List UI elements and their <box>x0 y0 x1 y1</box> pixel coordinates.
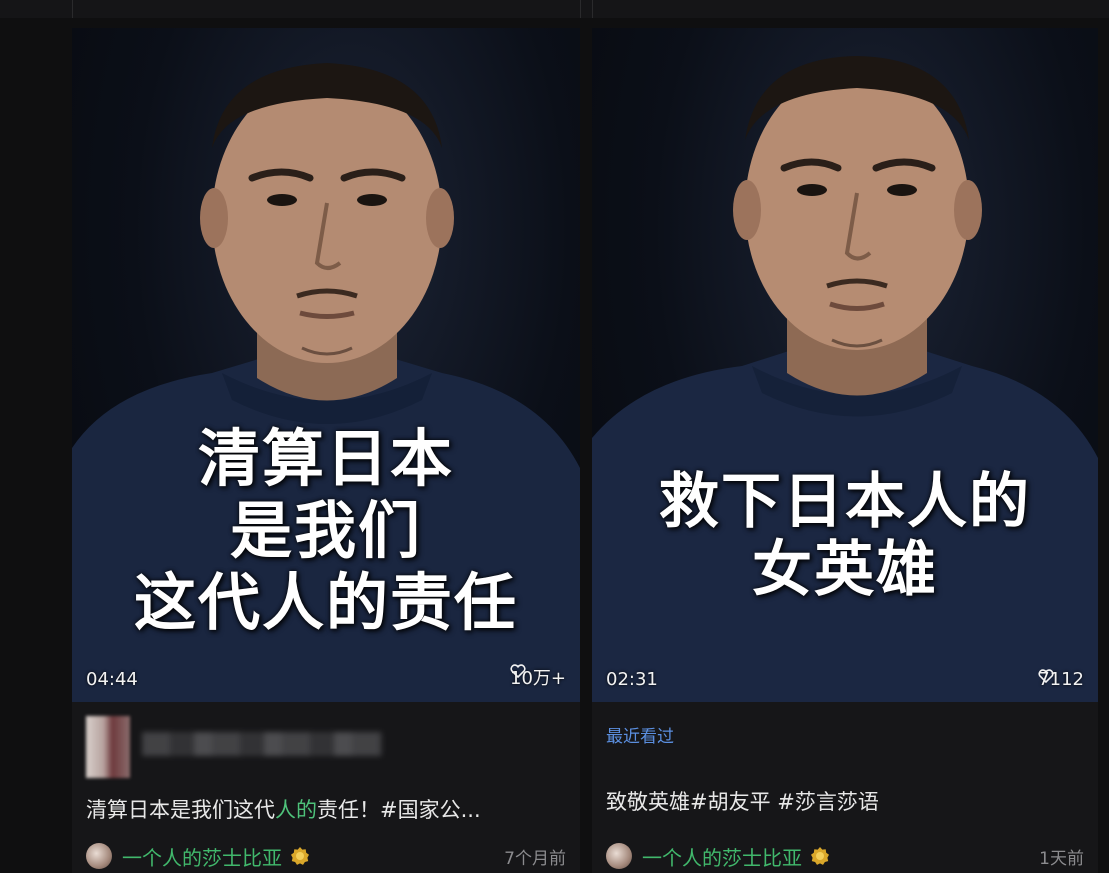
caption-line: 这代人的责任 <box>133 566 518 639</box>
heart-outline-icon <box>510 664 526 678</box>
video-card[interactable]: 救下日本人的 女英雄 02:31 7112 最近看过 致敬英雄#胡友平 #莎言莎… <box>592 28 1098 873</box>
video-caption-overlay: 救下日本人的 女英雄 <box>592 468 1098 604</box>
author-row[interactable]: 一个人的莎士比亚 1天前 <box>606 842 1084 870</box>
column-divider <box>72 0 73 18</box>
like-count: 10万+ <box>510 664 566 690</box>
caption-line: 女英雄 <box>752 535 938 605</box>
caption-line: 是我们 <box>229 494 422 567</box>
column-divider <box>592 0 593 18</box>
caption-line: 救下日本人的 <box>659 467 1031 537</box>
author-avatar[interactable] <box>606 843 632 869</box>
video-card[interactable]: 清算日本 是我们 这代人的责任 04:44 10万+ 清算日本是我们这代人的责任… <box>72 28 580 873</box>
title-highlight: 人的 <box>275 798 317 822</box>
title-part: 清算日本是我们这代 <box>86 798 275 822</box>
post-time: 1天前 <box>1039 848 1084 869</box>
video-meta: 清算日本是我们这代人的责任！#国家公... 一个人的莎士比亚 7个月前 <box>72 702 580 873</box>
video-meta: 最近看过 致敬英雄#胡友平 #莎言莎语 一个人的莎士比亚 1天前 <box>592 702 1098 873</box>
author-avatar[interactable] <box>86 843 112 869</box>
video-duration: 02:31 <box>606 669 658 690</box>
top-strip <box>0 0 1109 18</box>
heart-outline-icon <box>1038 669 1054 683</box>
gold-badge-icon <box>291 847 309 865</box>
blurred-avatar <box>86 716 130 778</box>
author-name[interactable]: 一个人的莎士比亚 <box>642 842 802 871</box>
video-caption-overlay: 清算日本 是我们 这代人的责任 <box>72 423 580 639</box>
blurred-username <box>142 732 382 756</box>
video-thumbnail[interactable]: 救下日本人的 女英雄 02:31 7112 <box>592 28 1098 702</box>
recently-viewed-tag: 最近看过 <box>606 727 674 747</box>
column-divider <box>580 0 581 18</box>
title-part: 责任！#国家公... <box>317 798 481 822</box>
video-title[interactable]: 致敬英雄#胡友平 #莎言莎语 <box>606 786 1086 816</box>
video-duration: 04:44 <box>86 669 138 690</box>
like-count: 7112 <box>1038 669 1084 690</box>
author-row[interactable]: 一个人的莎士比亚 7个月前 <box>86 842 566 870</box>
caption-line: 清算日本 <box>197 422 454 495</box>
author-name[interactable]: 一个人的莎士比亚 <box>122 842 282 871</box>
video-title[interactable]: 清算日本是我们这代人的责任！#国家公... <box>86 794 566 824</box>
gold-badge-icon <box>811 847 829 865</box>
post-time: 7个月前 <box>504 848 566 869</box>
video-thumbnail[interactable]: 清算日本 是我们 这代人的责任 04:44 10万+ <box>72 28 580 702</box>
